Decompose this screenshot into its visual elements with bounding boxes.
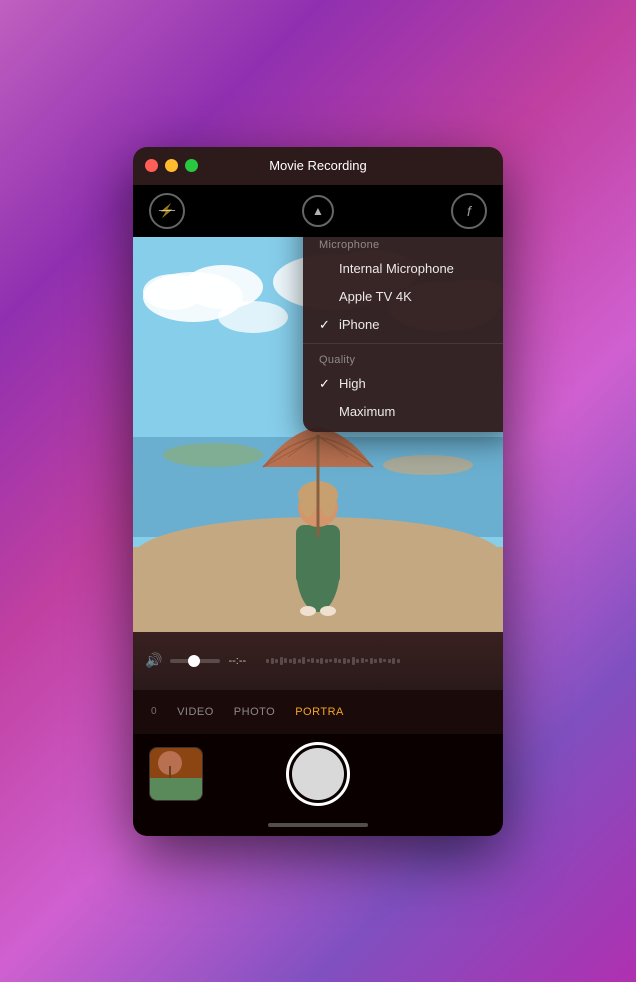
camera-view: Camera ✓ FaceTime HD Camera (Built-in) ✓… [133,237,503,632]
quality-section-header: Quality [303,348,503,370]
audio-bar [383,659,386,662]
audio-bar [325,659,328,663]
last-photo-thumbnail[interactable] [149,747,203,801]
audio-bar [329,659,332,662]
audio-bar [392,658,395,664]
traffic-lights [145,159,198,172]
thumbnail-bar [133,734,503,814]
audio-bar [298,659,301,663]
audio-bar [352,657,355,665]
flash-icon: ⚡ [159,203,175,219]
audio-bar [370,658,373,664]
audio-bar [388,659,391,663]
quality-high-item[interactable]: ✓ High [303,370,503,398]
mic-internal-label: Internal Microphone [339,261,454,276]
audio-bar [311,658,314,663]
mic-iphone-label: iPhone [339,317,379,332]
audio-bar [289,659,292,663]
mic-internal-item[interactable]: ✓ Internal Microphone [303,255,503,283]
mic-appletv-label: Apple TV 4K [339,289,412,304]
mic-appletv-item[interactable]: ✓ Apple TV 4K [303,283,503,311]
movie-recording-window: Movie Recording ⚡ ▲ f [133,147,503,836]
bottom-bar [133,814,503,836]
audio-bar [266,659,269,663]
maximize-button[interactable] [185,159,198,172]
quality-maximum-label: Maximum [339,404,395,419]
recording-bar: 🔊 --:-- [133,632,503,690]
flash-button[interactable]: ⚡ [149,193,185,229]
mode-photo-label[interactable]: PHOTO [224,706,285,718]
audio-bar [374,659,377,663]
camera-controls-bar: ⚡ ▲ f [133,185,503,237]
capture-button[interactable] [286,742,350,806]
audio-bar [307,659,310,662]
audio-bar [275,659,278,663]
volume-thumb [188,655,200,667]
thumbnail-image [150,748,203,801]
volume-icon: 🔊 [145,652,162,669]
audio-level-bars [266,654,461,668]
audio-bar [356,659,359,663]
audio-bar [316,659,319,663]
mode-video[interactable]: 0 [141,706,167,717]
quality-maximum-item[interactable]: ✓ Maximum [303,398,503,426]
timer-display: --:-- [228,655,246,667]
mode-portrait-label[interactable]: PORTRA [285,706,354,718]
mode-bar: 0 VIDEO PHOTO PORTRA [133,690,503,734]
audio-bar [361,658,364,663]
checkmark-iphone-mic: ✓ [319,317,333,333]
microphone-section-header: Microphone [303,237,503,255]
audio-bar [284,658,287,663]
window-title: Movie Recording [269,158,367,173]
divider-2 [303,343,503,344]
dropdown-menu: Camera ✓ FaceTime HD Camera (Built-in) ✓… [303,237,503,432]
f-icon: f [467,203,471,219]
audio-bar [334,658,337,663]
audio-bar [302,657,305,664]
chevron-up-icon: ▲ [312,204,324,218]
audio-bar [347,659,350,663]
titlebar: Movie Recording [133,147,503,185]
chevron-up-button[interactable]: ▲ [302,195,334,227]
audio-bar [379,658,382,663]
quality-high-label: High [339,376,366,391]
f-button[interactable]: f [451,193,487,229]
audio-bar [343,658,346,664]
audio-bar [365,659,368,662]
audio-bar [280,657,283,665]
audio-bar [397,659,400,663]
minimize-button[interactable] [165,159,178,172]
checkmark-high: ✓ [319,376,333,392]
close-button[interactable] [145,159,158,172]
mic-iphone-item[interactable]: ✓ iPhone [303,311,503,339]
audio-bar [293,658,296,664]
volume-track[interactable] [170,659,220,663]
home-indicator [268,823,368,827]
capture-inner [292,748,344,800]
audio-bar [338,659,341,663]
audio-bar [320,658,323,664]
audio-bar [271,658,274,664]
mode-video-label[interactable]: VIDEO [167,706,224,718]
